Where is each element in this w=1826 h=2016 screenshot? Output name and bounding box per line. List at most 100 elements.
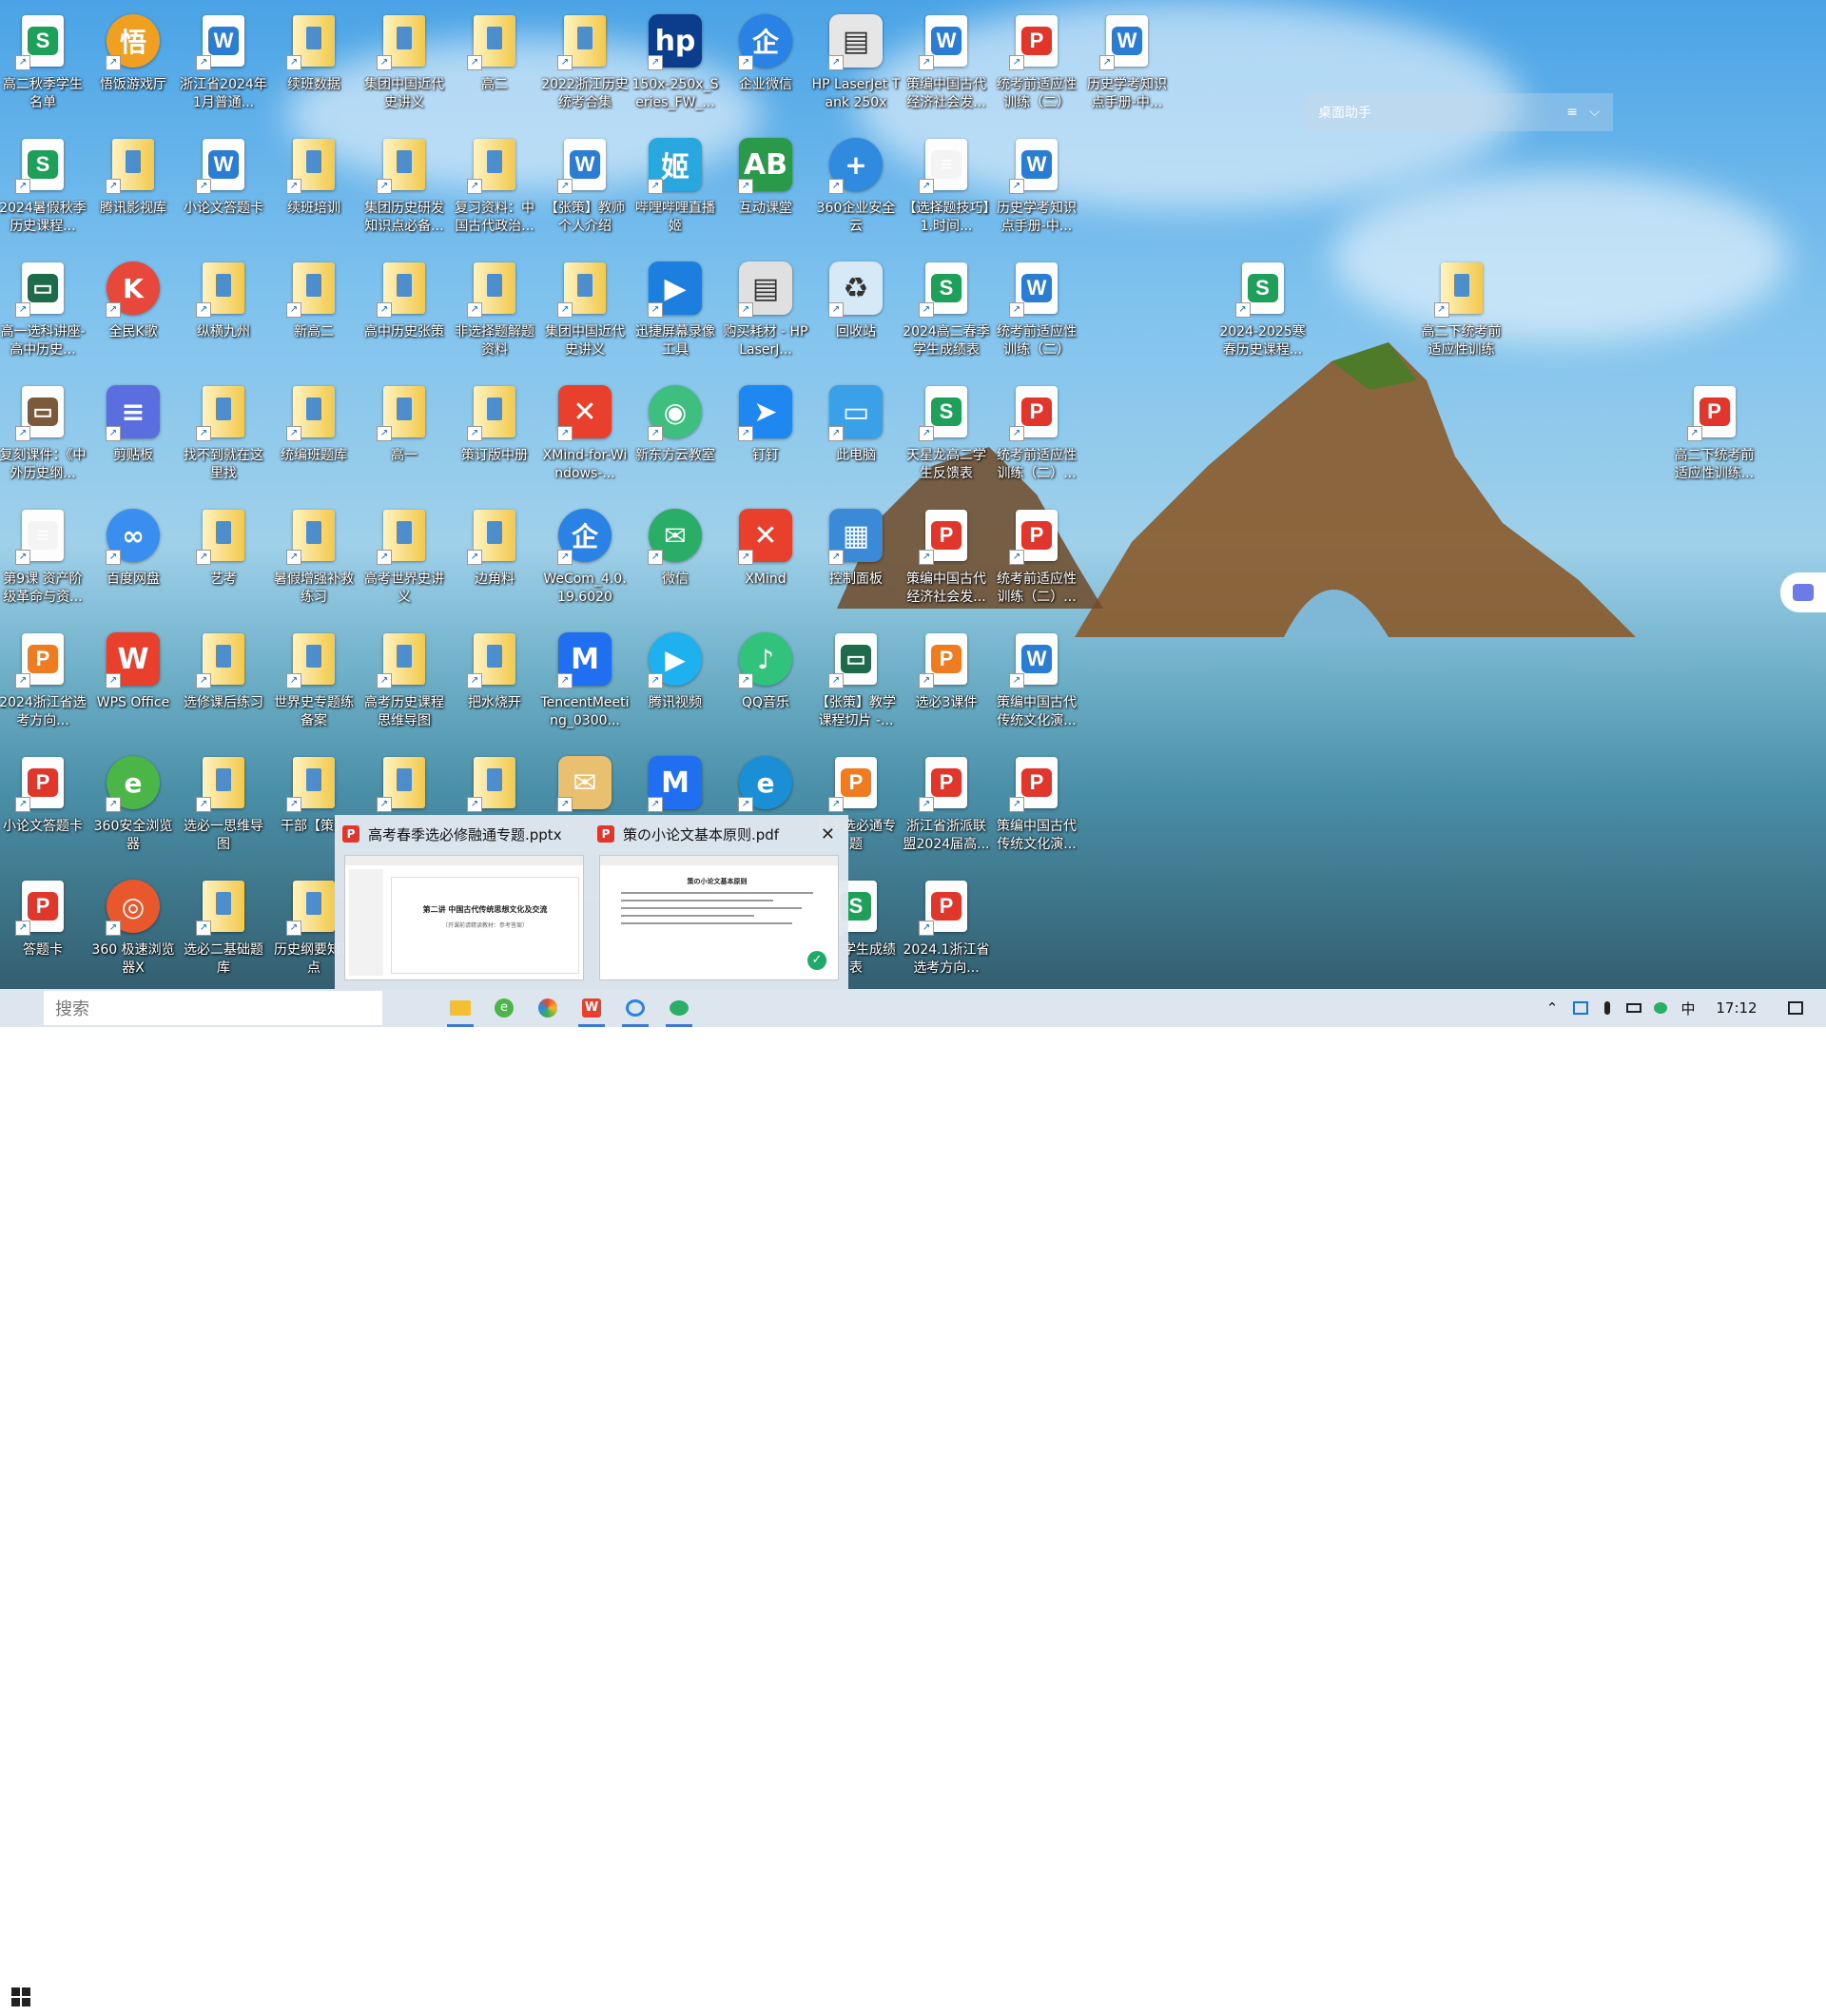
desktop-icon[interactable]: ↗ 高考历史课程思维导图 [361,622,447,742]
desktop-icon[interactable]: ▭ ↗ 【张策】教学课程切片 -... [813,622,899,742]
desktop-icon[interactable]: P ↗ 2024浙江省选考方向... [0,622,87,742]
taskbar-search-box[interactable]: 搜索 [44,991,382,1025]
taskbar-360-speed-browser[interactable] [527,989,569,1027]
desktop-icon[interactable]: P ↗ 2024.1浙江省选考方向... [903,869,990,989]
desktop-icon[interactable]: ↗ 2022浙江历史统考合集 [541,4,629,124]
desktop-icon[interactable]: + ↗ 360企业安全云 [813,127,899,247]
desktop-icon[interactable]: ∞ ↗ 百度网盘 [90,498,176,618]
desktop-icon[interactable]: M ↗ TencentMeeting_0300... [540,622,630,742]
preview-window-pptx[interactable]: P 高考春季选必修融通专题.pptx 第二讲 中国古代传统思想文化及交流 （开课… [335,815,590,989]
desktop-icon[interactable]: ↗ 高二 [452,4,537,124]
taskbar-wps-office[interactable]: W [571,989,612,1027]
desktop-icon[interactable]: P ↗ 统考前适应性训练（二）... [994,498,1079,618]
preview-thumbnail[interactable]: 策の小论文基本原则 ✓ [599,855,839,980]
desktop-icon[interactable]: P ↗ 统考前适应性训练（二）... [994,375,1079,494]
close-icon[interactable]: ✕ [821,824,835,844]
desktop-icon[interactable]: ↗ 策订版中册 [452,375,537,494]
desktop-icon[interactable]: ▤ ↗ 购买耗材 - HP LaserJ... [723,251,808,371]
desktop-icon[interactable]: ◎ ↗ 360 极速浏览器X [90,869,176,989]
microphone-icon[interactable] [1596,989,1619,1027]
desktop-icon[interactable]: S ↗ 2024暑假秋季历史课程... [0,127,87,247]
desktop-icon[interactable]: ↗ 世界史专题练备案 [271,622,357,742]
desktop-icon[interactable]: ✕ ↗ XMind [723,498,808,618]
desktop-icon[interactable]: ≡ ↗ 第9课 资产阶级革命与资... [0,498,86,618]
desktop-icon[interactable]: ↗ 续班培训 [271,127,357,247]
desktop-icon[interactable]: ↗ 暑假增强补救练习 [271,498,357,618]
desktop-icon[interactable]: P ↗ 策编中国古代经济社会发... [903,498,989,618]
desktop-icon[interactable]: ➤ ↗ 钉钉 [723,375,808,494]
desktop-icon[interactable]: e ↗ 360安全浏览器 [90,746,176,865]
desktop-icon[interactable]: ▶ ↗ 迅捷屏幕录像工具 [632,251,718,371]
desktop-icon[interactable]: P ↗ 高二下统考前适应性训练... [1672,375,1758,494]
desktop-icon[interactable]: ↗ 高中历史张策 [361,251,447,371]
desktop-icon[interactable]: ♪ ↗ QQ音乐 [723,622,808,742]
desktop-icon[interactable]: ↗ 纵横九州 [181,251,266,371]
preview-thumbnail[interactable]: 第二讲 中国古代传统思想文化及交流 （开课前请精读教材：参考答案） [344,855,584,980]
desktop-icon[interactable]: ↗ 高一 [361,375,447,494]
desktop-icon[interactable]: ▭ ↗ 高一选科讲座-高中历史... [0,251,86,371]
desktop-icon[interactable]: W ↗ 小论文答题卡 [181,127,266,247]
desktop-icon[interactable]: ↗ 集团历史研发知识点必备... [361,127,447,247]
desktop-icon[interactable]: W ↗ 历史学考知识点手册-中... [994,127,1079,247]
taskbar-file-explorer[interactable] [439,989,481,1027]
taskbar-360-browser[interactable]: e [483,989,525,1027]
desktop-icon[interactable]: ↗ 找不到就在这里找 [181,375,266,494]
tray-overflow-chevron-icon[interactable]: ⌃ [1541,989,1564,1027]
desktop-helper-widget[interactable]: 桌面助手 ≡ ⌵ [1305,93,1613,131]
desktop-icon[interactable]: P ↗ 答题卡 [0,869,86,989]
desktop-icon[interactable]: 企 ↗ 企业微信 [723,4,808,124]
desktop-icon[interactable]: ▭ ↗ 此电脑 [813,375,899,494]
desktop-icon[interactable]: W ↗ 浙江省2024年1月普通... [180,4,267,124]
desktop-icon[interactable]: 企 ↗ WeCom_4.0.19.6020 [542,498,628,618]
desktop-icon[interactable]: ◉ ↗ 新东方云教室 [632,375,718,494]
desktop-icon[interactable]: ↗ 非选择题解题资料 [452,251,537,371]
desktop-icon[interactable]: S ↗ 天星龙高二学生反馈表 [903,375,989,494]
desktop-icon[interactable]: ↗ 续班数据 [271,4,357,124]
desktop-icon[interactable]: ↗ 边角料 [452,498,537,618]
desktop-icon[interactable]: W ↗ 策编中国古代传统文化演... [994,622,1079,742]
desktop-icon[interactable]: ✕ ↗ XMind-for-Windows-... [542,375,628,494]
desktop-icon[interactable]: P ↗ 小论文答题卡 [0,746,86,865]
desktop-icon[interactable]: ↗ 复习资料：中国古代政治... [452,127,537,247]
desktop-helper-menu[interactable]: ≡ ⌵ [1566,105,1600,120]
desktop-icon[interactable]: ↗ 把水烧开 [452,622,537,742]
chevron-down-icon[interactable]: ⌵ [1589,105,1600,120]
desktop-icon[interactable]: W ↗ 【张策】教师个人介绍 [542,127,628,247]
desktop-icon[interactable]: W ↗ 历史学考知识点手册-中... [1084,4,1170,124]
desktop-icon[interactable]: 姬 ↗ 哔哩哔哩直播姬 [632,127,718,247]
desktop-icon[interactable]: ↗ 集团中国近代史讲义 [542,251,628,371]
menu-icon[interactable]: ≡ [1566,105,1578,120]
desktop-icon[interactable]: ↗ 腾讯影视库 [90,127,176,247]
desktop-icon[interactable]: ≡ ↗ 剪贴板 [90,375,176,494]
desktop-icon[interactable]: W ↗ WPS Office [90,622,176,742]
desktop-icon[interactable]: K ↗ 全民K歌 [90,251,176,371]
desktop-icon[interactable]: hp ↗ 150x-250x_Series_FW_... [632,4,718,124]
tray-app-icon[interactable] [1569,989,1592,1027]
desktop-icon[interactable]: ↗ 高二下统考前适应性训练 [1419,251,1505,371]
taskbar-wechat[interactable] [658,989,700,1027]
desktop-icon[interactable]: ↗ 选必一思维导图 [181,746,266,865]
desktop-icon[interactable]: ▦ ↗ 控制面板 [813,498,899,618]
clock-time[interactable]: 17:12 [1708,989,1765,1027]
input-method-indicator[interactable]: 中 [1676,989,1700,1027]
start-button[interactable] [0,1978,42,2016]
desktop-icon[interactable]: ↗ 统编班题库 [271,375,357,494]
desktop-icon[interactable]: ▤ ↗ HP LaserJet Tank 250x [812,4,900,124]
desktop-icon[interactable]: ↗ 集团中国近代史讲义 [361,4,447,124]
desktop-icon[interactable]: AB ↗ 互动课堂 [723,127,808,247]
preview-window-pdf[interactable]: P 策の小论文基本原则.pdf ✕ 策の小论文基本原则 ✓ [590,815,845,989]
desktop-icon[interactable]: P ↗ 选必3课件 [903,622,989,742]
desktop-icon[interactable]: ↗ 新高二 [271,251,357,371]
side-floating-button[interactable] [1780,572,1826,612]
desktop-icon[interactable]: W ↗ 统考前适应性训练（二） [994,251,1079,371]
desktop-icon[interactable]: P ↗ 浙江省浙派联盟2024届高... [903,746,989,865]
desktop-icon[interactable]: ♻ ↗ 回收站 [813,251,899,371]
wechat-tray-icon[interactable] [1649,989,1672,1027]
desktop-icon[interactable]: P ↗ 策编中国古代传统文化演... [994,746,1079,865]
desktop-icon[interactable]: ↗ 艺考 [181,498,266,618]
desktop-icon[interactable]: S ↗ 2024高二春季学生成绩表 [903,251,990,371]
taskbar-wecom[interactable] [614,989,656,1027]
desktop-icon[interactable]: ↗ 高考世界史讲义 [361,498,447,618]
desktop-icon[interactable]: S ↗ 2024-2025寒春历史课程... [1219,251,1306,371]
desktop-icon[interactable]: ↗ 选必二基础题库 [181,869,266,989]
